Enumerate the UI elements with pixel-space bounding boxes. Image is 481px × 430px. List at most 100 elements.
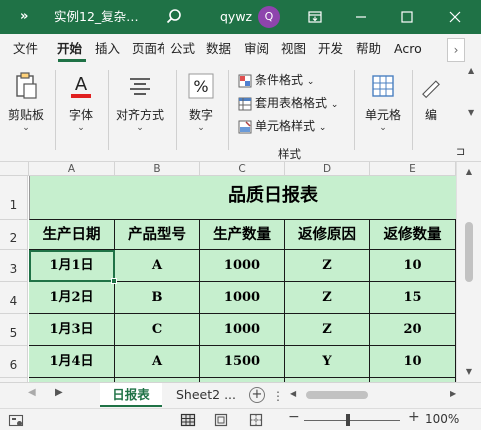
column-header-c[interactable]: C bbox=[200, 162, 285, 176]
data-cell[interactable]: Z bbox=[285, 250, 370, 282]
zoom-level[interactable]: 100% bbox=[425, 412, 459, 426]
minimize-icon[interactable] bbox=[346, 0, 376, 34]
tab-file[interactable]: 文件 bbox=[13, 34, 43, 64]
row-header-5[interactable]: 5 bbox=[0, 314, 28, 346]
row-header-6[interactable]: 6 bbox=[0, 346, 28, 378]
fill-handle[interactable] bbox=[111, 278, 117, 284]
zoom-slider-thumb[interactable] bbox=[346, 414, 350, 426]
header-cell[interactable]: 生产数量 bbox=[200, 220, 285, 250]
data-cell[interactable]: 20 bbox=[370, 314, 456, 346]
row-header-3[interactable]: 3 bbox=[0, 250, 28, 282]
column-header-b[interactable]: B bbox=[115, 162, 200, 176]
data-cell[interactable]: Y bbox=[285, 346, 370, 378]
tab-developer[interactable]: 开发 bbox=[318, 34, 350, 64]
quick-access-toolbar-toggle[interactable]: » bbox=[20, 0, 28, 34]
maximize-icon[interactable] bbox=[392, 0, 422, 34]
data-cell[interactable]: 1500 bbox=[200, 346, 285, 378]
data-cell[interactable]: A bbox=[115, 346, 200, 378]
zoom-out-icon[interactable]: − bbox=[288, 409, 300, 425]
data-cell[interactable]: B bbox=[115, 282, 200, 314]
normal-view-icon[interactable] bbox=[180, 412, 196, 430]
pin-ribbon-icon[interactable]: ⊐ bbox=[456, 145, 465, 158]
tabs-splitter-icon[interactable]: ⋮ bbox=[272, 389, 284, 403]
data-cell[interactable]: C bbox=[115, 314, 200, 346]
vertical-scroll-thumb[interactable] bbox=[465, 222, 473, 282]
chevron-down-icon: ⌄ bbox=[22, 123, 30, 133]
data-cell[interactable]: 1000 bbox=[200, 314, 285, 346]
scroll-right-icon[interactable]: ▶ bbox=[450, 389, 456, 398]
ribbon-scrollbar[interactable]: ▲ ▼ bbox=[465, 64, 481, 160]
clipboard-label: 剪贴板 bbox=[7, 108, 44, 122]
worksheet-grid[interactable]: A B C D E 1 2 3 4 5 6 品质日报表 生产日期 产品型号 生产… bbox=[0, 162, 465, 382]
header-cell[interactable]: 产品型号 bbox=[115, 220, 200, 250]
tab-view[interactable]: 视图 bbox=[281, 34, 311, 64]
tab-data[interactable]: 数据 bbox=[206, 34, 236, 64]
column-header-a[interactable]: A bbox=[29, 162, 115, 176]
data-cell[interactable]: Z bbox=[285, 314, 370, 346]
horizontal-scroll-thumb[interactable] bbox=[306, 391, 368, 399]
tab-page-layout[interactable]: 页面布局 bbox=[132, 34, 164, 64]
row-header-1[interactable]: 1 bbox=[0, 176, 28, 220]
data-cell[interactable]: 1000 bbox=[200, 250, 285, 282]
row-header-4[interactable]: 4 bbox=[0, 282, 28, 314]
column-header-e[interactable]: E bbox=[370, 162, 456, 176]
clipboard-group[interactable]: 剪贴板 ⌄ bbox=[6, 68, 46, 133]
data-cell[interactable]: A bbox=[115, 250, 200, 282]
add-sheet-icon[interactable]: + bbox=[249, 387, 265, 403]
next-sheet-icon[interactable]: ▶ bbox=[55, 387, 63, 398]
avatar[interactable]: Q bbox=[258, 6, 280, 28]
format-as-table-button[interactable]: 套用表格格式 ⌄ bbox=[238, 93, 338, 113]
report-title-cell[interactable]: 品质日报表 bbox=[29, 176, 456, 220]
tab-review[interactable]: 审阅 bbox=[244, 34, 274, 64]
header-cell[interactable]: 生产日期 bbox=[29, 220, 115, 250]
tabs-scroll-right-icon[interactable]: › bbox=[447, 38, 465, 62]
editing-group[interactable]: 编 bbox=[418, 68, 444, 123]
vertical-scrollbar[interactable]: ▲ ▼ bbox=[456, 162, 481, 382]
search-icon[interactable] bbox=[166, 0, 186, 34]
zoom-in-icon[interactable]: + bbox=[408, 409, 420, 425]
page-break-view-icon[interactable] bbox=[248, 412, 264, 430]
data-cell[interactable]: 1月3日 bbox=[29, 314, 115, 346]
data-cell[interactable]: 1月2日 bbox=[29, 282, 115, 314]
scroll-left-icon[interactable]: ◀ bbox=[290, 389, 296, 398]
zoom-slider[interactable] bbox=[304, 420, 400, 421]
tab-acrobat[interactable]: Acro bbox=[394, 34, 428, 64]
svg-text:%: % bbox=[193, 77, 208, 96]
data-cell[interactable]: 1月1日 bbox=[29, 250, 115, 282]
data-cell[interactable]: 15 bbox=[370, 282, 456, 314]
row-header-2[interactable]: 2 bbox=[0, 220, 28, 250]
scroll-up-icon[interactable]: ▲ bbox=[462, 166, 476, 178]
cell-styles-button[interactable]: 单元格样式 ⌄ bbox=[238, 116, 326, 136]
data-cell[interactable]: 10 bbox=[370, 250, 456, 282]
tab-insert[interactable]: 插入 bbox=[95, 34, 125, 64]
cells-group[interactable]: 单元格 ⌄ bbox=[360, 68, 406, 133]
column-header-d[interactable]: D bbox=[285, 162, 370, 176]
sheet-tab-daily-report[interactable]: 日报表 bbox=[100, 383, 162, 407]
tab-formulas[interactable]: 公式 bbox=[170, 34, 200, 64]
user-name[interactable]: qywz bbox=[220, 0, 252, 34]
data-cell[interactable]: 1000 bbox=[200, 282, 285, 314]
tab-help[interactable]: 帮助 bbox=[356, 34, 386, 64]
select-all-corner[interactable] bbox=[0, 162, 29, 176]
font-group[interactable]: A 字体 ⌄ bbox=[62, 68, 100, 133]
data-cell[interactable]: Z bbox=[285, 282, 370, 314]
tab-home[interactable]: 开始 bbox=[57, 34, 87, 64]
scroll-down-icon[interactable]: ▼ bbox=[462, 366, 476, 378]
document-title[interactable]: 实例12_复杂… bbox=[54, 0, 139, 34]
data-cell[interactable]: 10 bbox=[370, 346, 456, 378]
alignment-group[interactable]: 对齐方式 ⌄ bbox=[112, 68, 168, 133]
data-cell[interactable]: 1月4日 bbox=[29, 346, 115, 378]
chevron-down-icon: ⌄ bbox=[306, 77, 315, 87]
conditional-format-button[interactable]: 条件格式 ⌄ bbox=[238, 70, 314, 90]
header-cell[interactable]: 返修数量 bbox=[370, 220, 456, 250]
previous-sheet-icon[interactable]: ◀ bbox=[28, 387, 36, 398]
ribbon-display-options-icon[interactable] bbox=[300, 0, 330, 34]
sheet-tab-sheet2[interactable]: Sheet2 ... bbox=[170, 383, 242, 407]
macro-record-icon[interactable] bbox=[8, 412, 24, 430]
close-icon[interactable] bbox=[440, 0, 470, 34]
number-group[interactable]: % 数字 ⌄ bbox=[182, 68, 220, 133]
scroll-down-icon[interactable]: ▼ bbox=[468, 108, 474, 117]
page-layout-view-icon[interactable] bbox=[213, 412, 229, 430]
header-cell[interactable]: 返修原因 bbox=[285, 220, 370, 250]
scroll-up-icon[interactable]: ▲ bbox=[468, 66, 474, 75]
